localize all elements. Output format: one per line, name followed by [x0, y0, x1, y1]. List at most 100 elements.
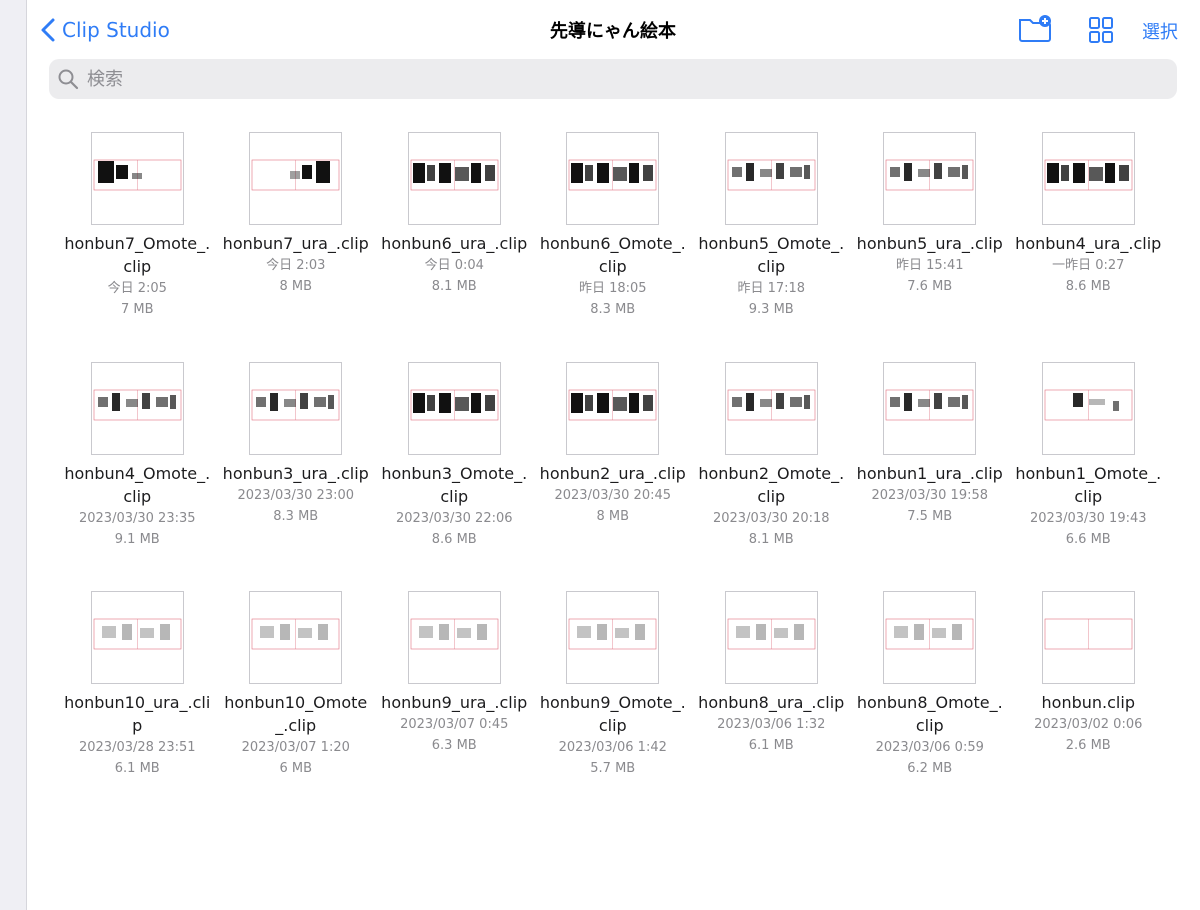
- art-block: [773, 628, 788, 638]
- file-item[interactable]: honbun10_ura_.clip 2023/03/28 23:51 6.1 MB: [58, 591, 217, 821]
- comic-page-preview: [727, 159, 816, 191]
- file-size: 8.1 MB: [748, 531, 794, 547]
- file-name: honbun2_ura_.clip: [539, 463, 686, 483]
- file-date: 昨日 17:18: [737, 281, 806, 296]
- art-block: [1118, 165, 1129, 181]
- file-size: 8 MB: [279, 279, 313, 294]
- file-name: honbun8_Omote_.clip: [856, 693, 1003, 735]
- comic-page-preview: [410, 618, 499, 650]
- file-thumbnail: [249, 361, 343, 455]
- comic-page-preview: [1044, 159, 1133, 191]
- file-item[interactable]: honbun6_Omote_.clip 昨日 18:05 8.3 MB: [534, 132, 693, 362]
- art-block: [1072, 392, 1083, 407]
- search-bar[interactable]: [49, 59, 1177, 99]
- file-item[interactable]: honbun8_Omote_.clip 2023/03/06 0:59 6.2 MB: [851, 591, 1010, 821]
- art-block: [1072, 163, 1085, 183]
- art-block: [97, 161, 114, 183]
- file-item[interactable]: honbun8_ura_.clip 2023/03/06 1:32 6.1 MB: [692, 591, 851, 821]
- art-block: [484, 394, 495, 411]
- art-block: [894, 626, 909, 638]
- art-block: [418, 626, 433, 638]
- art-block: [731, 396, 742, 407]
- art-block: [597, 163, 610, 183]
- file-size: 6.2 MB: [907, 761, 953, 776]
- file-grid: honbun7_Omote_.clip 今日 2:05 7 MB honbun7_ur…: [58, 132, 1168, 821]
- art-block: [585, 394, 594, 411]
- file-thumbnail: [1041, 132, 1135, 225]
- art-block: [270, 392, 279, 411]
- comic-page-preview: [885, 389, 974, 420]
- art-block: [629, 163, 640, 183]
- art-block: [918, 398, 931, 407]
- file-item[interactable]: honbun1_ura_.clip 2023/03/30 19:58 7.5 MB: [851, 361, 1010, 592]
- file-item[interactable]: honbun6_ura_.clip 今日 0:04 8.1 MB: [375, 132, 534, 362]
- art-block: [438, 624, 449, 640]
- art-block: [775, 163, 784, 179]
- file-size: 9.1 MB: [114, 531, 160, 547]
- file-date: 2023/03/30 22:06: [395, 510, 513, 526]
- file-item[interactable]: honbun7_Omote_.clip 今日 2:05 7 MB: [58, 132, 217, 362]
- comic-page-preview: [568, 389, 657, 420]
- file-item[interactable]: honbun9_Omote_.clip 2023/03/06 1:42 5.7 MB: [534, 591, 693, 821]
- art-block: [121, 624, 132, 640]
- file-thumbnail: [566, 132, 660, 225]
- file-thumbnail: [883, 361, 977, 455]
- select-button[interactable]: 選択: [1142, 18, 1178, 44]
- file-item[interactable]: honbun2_ura_.clip 2023/03/30 20:45 8 MB: [534, 361, 693, 592]
- file-name: honbun7_ura_.clip: [222, 234, 369, 253]
- file-item[interactable]: honbun4_ura_.clip 一昨日 0:27 8.6 MB: [1009, 132, 1168, 362]
- art-block: [484, 165, 495, 181]
- art-block: [789, 396, 802, 407]
- file-date: 2023/03/06 1:32: [717, 717, 826, 732]
- file-item[interactable]: honbun.clip 2023/03/02 0:06 2.6 MB: [1009, 591, 1168, 821]
- file-date: 昨日 15:41: [895, 258, 964, 273]
- art-block: [454, 167, 469, 181]
- file-item[interactable]: honbun3_ura_.clip 2023/03/30 23:00 8.3 MB: [217, 361, 376, 592]
- file-size: 8.3 MB: [273, 508, 319, 524]
- file-thumbnail: [883, 132, 977, 225]
- art-block: [890, 167, 901, 177]
- file-item[interactable]: honbun2_Omote_.clip 2023/03/30 20:18 8.1 M…: [692, 361, 851, 592]
- art-block: [302, 165, 313, 179]
- art-block: [613, 167, 628, 181]
- art-block: [932, 628, 947, 638]
- art-block: [111, 392, 120, 411]
- file-name: honbun5_Omote_.clip: [698, 234, 845, 276]
- file-item[interactable]: honbun4_Omote_.clip 2023/03/30 23:35 9.1 M…: [58, 361, 217, 592]
- art-block: [571, 392, 584, 413]
- file-size: 6.1 MB: [114, 761, 160, 776]
- art-block: [1088, 398, 1105, 405]
- file-date: 2023/03/07 1:20: [241, 740, 350, 755]
- art-block: [101, 626, 116, 638]
- file-item[interactable]: honbun7_ura_.clip 今日 2:03 8 MB: [217, 132, 376, 362]
- art-block: [759, 169, 772, 177]
- art-block: [597, 624, 608, 640]
- file-name: honbun7_Omote_.clip: [64, 234, 211, 276]
- folder-plus-icon[interactable]: [1018, 14, 1054, 44]
- file-thumbnail: [407, 591, 501, 684]
- file-date: 2023/03/30 20:18: [712, 510, 830, 526]
- file-size: 6 MB: [279, 761, 313, 776]
- art-block: [470, 163, 481, 183]
- search-input[interactable]: [85, 67, 1169, 91]
- art-block: [438, 392, 451, 413]
- art-block: [284, 398, 297, 407]
- file-size: 5.7 MB: [590, 761, 636, 776]
- file-item[interactable]: honbun5_ura_.clip 昨日 15:41 7.6 MB: [851, 132, 1010, 362]
- file-item[interactable]: honbun10_Omote_.clip 2023/03/07 1:20 6 MB: [217, 591, 376, 821]
- art-block: [328, 394, 335, 409]
- art-block: [934, 163, 943, 179]
- art-block: [470, 392, 481, 413]
- file-name: honbun3_Omote_.clip: [381, 463, 528, 506]
- file-date: 2023/03/07 0:45: [400, 717, 509, 732]
- file-size: 8.6 MB: [431, 531, 477, 547]
- file-date: 2023/03/30 23:00: [237, 487, 355, 503]
- art-block: [1088, 167, 1103, 181]
- file-item[interactable]: honbun5_Omote_.clip 昨日 17:18 9.3 MB: [692, 132, 851, 362]
- file-item[interactable]: honbun1_Omote_.clip 2023/03/30 19:43 6.6 M…: [1009, 361, 1168, 592]
- file-item[interactable]: honbun9_ura_.clip 2023/03/07 0:45 6.3 MB: [375, 591, 534, 821]
- comic-page-preview: [885, 159, 974, 191]
- file-item[interactable]: honbun3_Omote_.clip 2023/03/30 22:06 8.6 M…: [375, 361, 534, 592]
- file-thumbnail: [1041, 361, 1135, 455]
- grid-view-icon[interactable]: [1088, 16, 1114, 44]
